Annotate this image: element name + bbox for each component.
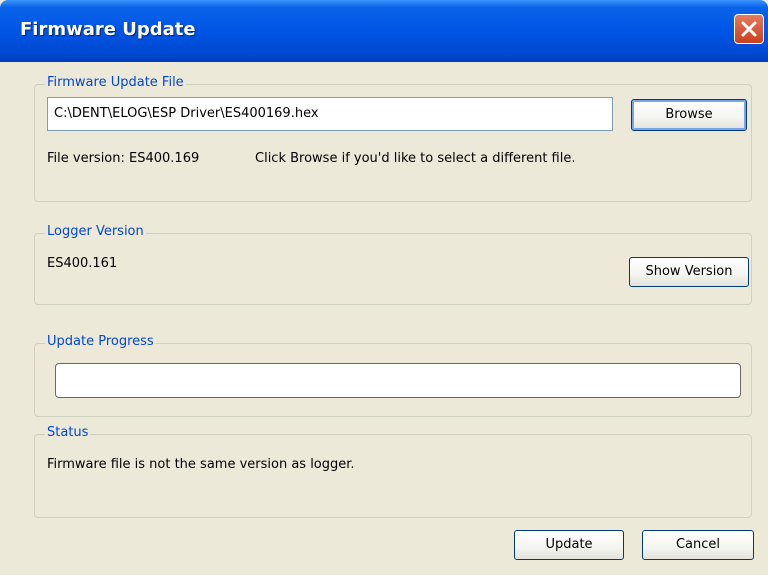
title-bar: Firmware Update [0, 0, 768, 62]
close-button[interactable] [734, 14, 764, 44]
status-message: Firmware file is not the same version as… [47, 457, 355, 472]
cancel-button[interactable]: Cancel [642, 530, 754, 560]
firmware-file-group: Firmware Update File C:\DENT\ELOG\ESP Dr… [34, 75, 752, 202]
update-progress-legend: Update Progress [45, 334, 156, 349]
browse-hint-label: Click Browse if you'd like to select a d… [255, 151, 576, 166]
logger-version-group: Logger Version ES400.161 Show Version [34, 224, 752, 305]
update-progress-bar [55, 363, 741, 398]
firmware-path-field[interactable]: C:\DENT\ELOG\ESP Driver\ES400169.hex [47, 97, 613, 131]
file-version-label: File version: ES400.169 [47, 151, 200, 166]
firmware-file-legend: Firmware Update File [45, 75, 186, 90]
browse-button[interactable]: Browse [631, 99, 747, 131]
logger-version-legend: Logger Version [45, 224, 146, 239]
status-group: Status Firmware file is not the same ver… [34, 425, 752, 518]
firmware-update-dialog: Firmware Update Firmware Update File C:\… [0, 0, 768, 575]
update-progress-group: Update Progress [34, 334, 752, 417]
show-version-button[interactable]: Show Version [629, 257, 749, 287]
status-legend: Status [45, 425, 91, 440]
window-title: Firmware Update [20, 19, 196, 40]
update-button[interactable]: Update [514, 530, 624, 560]
close-x-icon [741, 21, 757, 37]
logger-version-value: ES400.161 [47, 256, 118, 271]
